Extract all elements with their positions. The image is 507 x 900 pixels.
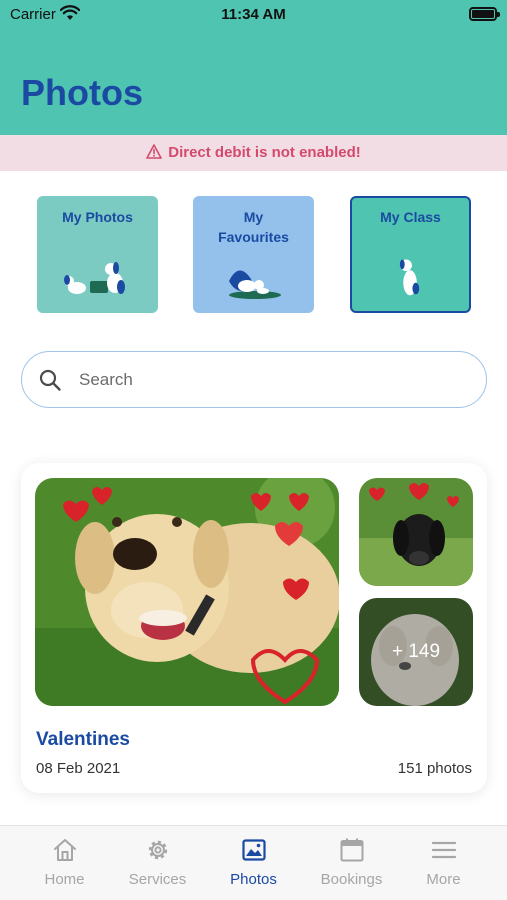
header: Carrier 11:34 AM Photos bbox=[0, 0, 507, 135]
dogs-illustration bbox=[229, 270, 281, 299]
tab-home-label: Home bbox=[44, 871, 85, 888]
status-bar: Carrier 11:34 AM bbox=[0, 0, 507, 30]
tab-more-label: More bbox=[426, 871, 461, 888]
warning-icon bbox=[146, 144, 163, 159]
dog-illustration bbox=[399, 259, 420, 296]
tab-bar: Home Services Photos Bookings More bbox=[0, 825, 507, 900]
tab-more[interactable]: More bbox=[393, 826, 494, 900]
album-photo-2[interactable] bbox=[359, 478, 473, 586]
alert-text: Direct debit is not enabled! bbox=[168, 144, 361, 161]
more-photos-overlay: + 149 bbox=[359, 598, 473, 706]
album-photo-3[interactable]: + 149 bbox=[359, 598, 473, 706]
search-bar[interactable] bbox=[21, 351, 487, 408]
tab-bookings[interactable]: Bookings bbox=[301, 826, 402, 900]
my-photos-label: My Photos bbox=[62, 209, 133, 225]
my-favourites-card[interactable]: My Favourites bbox=[193, 196, 314, 313]
tab-home[interactable]: Home bbox=[14, 826, 115, 900]
tab-services[interactable]: Services bbox=[107, 826, 208, 900]
direct-debit-alert[interactable]: Direct debit is not enabled! bbox=[0, 135, 507, 171]
clock: 11:34 AM bbox=[221, 6, 286, 23]
page-title: Photos bbox=[21, 72, 143, 113]
home-icon bbox=[53, 839, 76, 861]
my-class-label: My Class bbox=[380, 209, 441, 225]
album-photo-count: 151 photos bbox=[397, 760, 472, 777]
my-class-card[interactable]: My Class bbox=[350, 196, 471, 313]
gear-icon bbox=[148, 840, 167, 860]
dog-photo-image bbox=[359, 478, 473, 586]
tab-photos-label: Photos bbox=[230, 871, 277, 888]
search-icon bbox=[39, 369, 61, 391]
album-title: Valentines bbox=[36, 729, 130, 750]
my-photos-card[interactable]: My Photos bbox=[37, 196, 158, 313]
my-favourites-label: My Favourites bbox=[218, 209, 289, 245]
dogs-illustration bbox=[64, 262, 125, 294]
image-icon bbox=[241, 839, 266, 861]
album-card[interactable]: + 149 Valentines 08 Feb 2021 151 photos bbox=[21, 463, 487, 793]
calendar-icon bbox=[340, 838, 363, 862]
album-cover-photo[interactable] bbox=[35, 478, 339, 706]
dog-photo-image bbox=[35, 478, 339, 706]
menu-icon bbox=[431, 841, 456, 859]
album-date: 08 Feb 2021 bbox=[36, 760, 121, 777]
tab-services-label: Services bbox=[128, 871, 187, 888]
tab-bookings-label: Bookings bbox=[320, 871, 383, 888]
battery-icon bbox=[469, 7, 500, 21]
tab-photos[interactable]: Photos bbox=[203, 826, 304, 900]
search-input[interactable] bbox=[79, 367, 469, 393]
